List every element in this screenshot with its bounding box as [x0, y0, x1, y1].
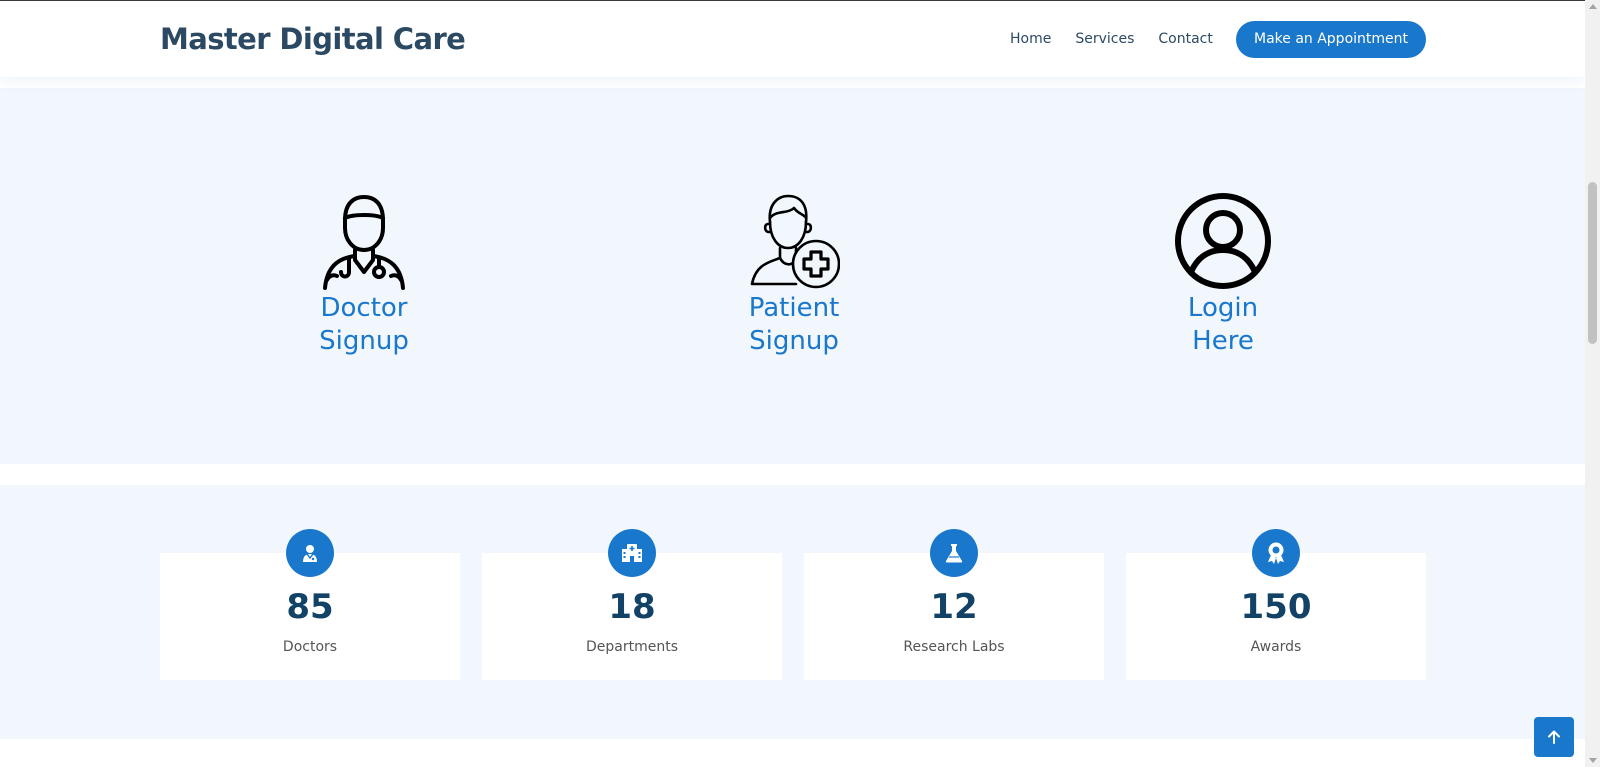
patient-signup-link[interactable]: Patient Signup	[724, 192, 864, 358]
page-scrollbar[interactable]	[1585, 0, 1600, 767]
nav-contact[interactable]: Contact	[1158, 25, 1212, 53]
doctor-signup-line2: Signup	[319, 326, 409, 356]
hospital-icon	[608, 529, 656, 577]
award-icon	[1252, 529, 1300, 577]
arrow-up-icon	[1548, 730, 1560, 744]
user-circle-icon	[1175, 193, 1271, 289]
login-link[interactable]: Login Here	[1153, 192, 1293, 358]
patient-add-icon	[750, 194, 840, 289]
count-doctors-label: Doctors	[282, 639, 338, 655]
scroll-up-arrow-icon[interactable]	[1589, 4, 1597, 9]
count-doctors: 85 Doctors	[160, 529, 460, 680]
doctor-badge-icon	[286, 529, 334, 577]
count-awards-label: Awards	[1250, 639, 1302, 655]
count-departments-value: 18	[608, 587, 656, 627]
login-line2: Here	[1192, 326, 1254, 356]
main-nav: Home Services Contact	[1010, 25, 1237, 53]
count-departments-label: Departments	[585, 639, 678, 655]
site-logo[interactable]: Master Digital Care	[160, 20, 466, 58]
site-header: Master Digital Care Home Services Contac…	[0, 1, 1585, 77]
count-awards: 150 Awards	[1126, 529, 1426, 680]
login-line1: Login	[1187, 293, 1259, 323]
scroll-down-arrow-icon[interactable]	[1589, 758, 1597, 763]
count-awards-value: 150	[1240, 587, 1312, 627]
page: Master Digital Care Home Services Contac…	[0, 0, 1585, 767]
count-departments: 18 Departments	[482, 529, 782, 680]
nav-services[interactable]: Services	[1075, 25, 1134, 53]
counts-section: 85 Doctors 18 Departments 12 Research La…	[0, 485, 1585, 739]
count-research-labs-value: 12	[930, 587, 978, 627]
flask-icon	[930, 529, 978, 577]
doctor-signup-line1: Doctor	[320, 293, 408, 323]
doctor-signup-link[interactable]: Doctor Signup	[294, 192, 434, 358]
scroll-thumb[interactable]	[1588, 182, 1597, 344]
nav-home[interactable]: Home	[1010, 25, 1051, 53]
patient-signup-line1: Patient	[748, 293, 840, 323]
signup-section: Doctor Signup Patient Signup Login Here	[0, 88, 1585, 464]
count-research-labs-label: Research Labs	[903, 639, 1005, 655]
count-doctors-value: 85	[286, 587, 334, 627]
back-to-top-button[interactable]	[1534, 717, 1574, 757]
patient-signup-line2: Signup	[749, 326, 839, 356]
doctor-icon	[323, 195, 405, 290]
count-research-labs: 12 Research Labs	[804, 529, 1104, 680]
make-appointment-button[interactable]: Make an Appointment	[1236, 21, 1426, 58]
